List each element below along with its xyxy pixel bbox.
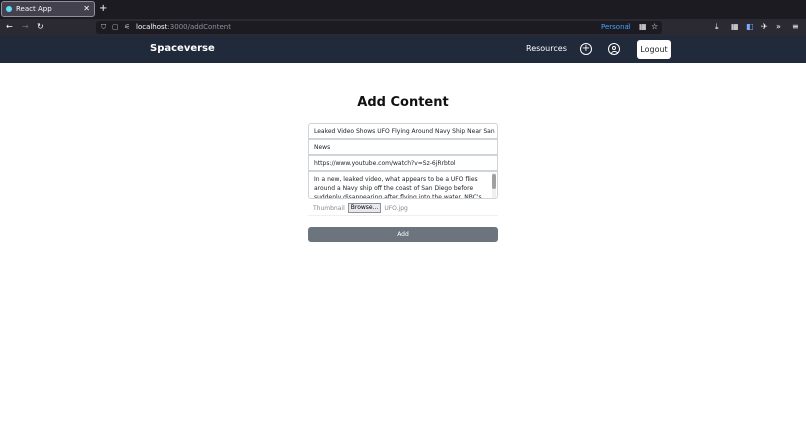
nav-resources-link[interactable]: Resources bbox=[526, 44, 567, 53]
apps-grid-icon[interactable]: ▦ bbox=[731, 22, 739, 32]
downloads-icon[interactable]: ⤓ bbox=[715, 22, 719, 32]
textarea-scroll-thumb[interactable] bbox=[492, 174, 496, 189]
category-input[interactable]: News bbox=[308, 139, 498, 155]
container-icon: ⦙ bbox=[627, 22, 629, 31]
page-title: Add Content bbox=[357, 95, 449, 110]
extension-shield-icon[interactable]: ◧ bbox=[746, 22, 754, 32]
url-bar[interactable]: ⛉ ▢ ⚟ localhost:3000/addContent Personal… bbox=[96, 21, 662, 34]
plus-icon: + bbox=[581, 43, 591, 54]
logout-button[interactable]: Logout bbox=[637, 40, 671, 59]
overflow-chevron-icon[interactable]: » bbox=[776, 22, 781, 32]
selected-file-name: UFO.jpg bbox=[384, 204, 408, 212]
forward-icon[interactable]: → bbox=[22, 22, 29, 32]
browser-tab-strip: React App ✕ + bbox=[0, 0, 806, 19]
menu-icon[interactable]: ≡ bbox=[792, 22, 799, 32]
browser-tab[interactable]: React App ✕ bbox=[1, 1, 95, 17]
profile-icon[interactable] bbox=[608, 43, 620, 55]
back-icon[interactable]: ← bbox=[6, 22, 13, 32]
bookmark-star-icon[interactable]: ☆ bbox=[651, 22, 658, 32]
tab-title: React App bbox=[16, 5, 52, 13]
page-icon[interactable]: ▢ bbox=[112, 23, 119, 31]
permissions-icon[interactable]: ⚟ bbox=[124, 23, 130, 31]
thumbnail-label: Thumbnail bbox=[313, 204, 345, 212]
extension-grid-icon[interactable]: ▦ bbox=[639, 22, 647, 32]
react-favicon-icon bbox=[6, 6, 12, 12]
brand-logo[interactable]: Spaceverse bbox=[150, 43, 215, 54]
link-input[interactable]: https://www.youtube.com/watch?v=Sz-6jRrb… bbox=[308, 155, 498, 171]
browse-button[interactable]: Browse... bbox=[347, 203, 382, 213]
form-divider bbox=[308, 215, 498, 216]
thumbnail-row: Thumbnail Browse... UFO.jpg bbox=[313, 203, 408, 213]
title-input[interactable]: Leaked Video Shows UFO Flying Around Nav… bbox=[308, 123, 498, 139]
browser-nav-bar: ← → ↻ ⛉ ▢ ⚟ localhost:3000/addContent Pe… bbox=[0, 19, 806, 36]
add-button[interactable]: Add bbox=[308, 227, 498, 242]
tab-close-icon[interactable]: ✕ bbox=[83, 5, 90, 13]
description-text: In a new, leaked video, what appears to … bbox=[314, 176, 482, 199]
url-text[interactable]: localhost:3000/addContent bbox=[136, 23, 231, 32]
add-content-icon[interactable]: + bbox=[580, 43, 592, 55]
app-header: Spaceverse Resources + Logout bbox=[0, 36, 806, 63]
shield-icon[interactable]: ⛉ bbox=[101, 23, 106, 32]
extension-icon[interactable]: ✈ bbox=[761, 22, 768, 32]
reload-icon[interactable]: ↻ bbox=[37, 22, 44, 32]
description-textarea[interactable]: In a new, leaked video, what appears to … bbox=[308, 171, 498, 199]
new-tab-icon[interactable]: + bbox=[99, 3, 107, 15]
